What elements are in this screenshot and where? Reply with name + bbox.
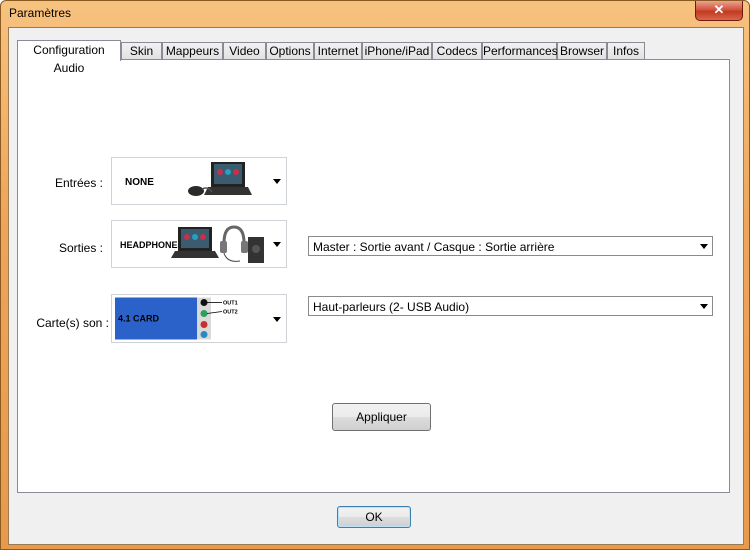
tab-video[interactable]: Video <box>223 42 266 59</box>
title-bar[interactable]: Paramètres ✕ <box>1 1 749 27</box>
tab-internet[interactable]: Internet <box>314 42 362 59</box>
outputs-headphones-image: HEADPHONES <box>120 225 264 263</box>
chevron-down-icon <box>273 316 281 322</box>
tab-infos[interactable]: Infos <box>607 42 645 59</box>
window-title: Paramètres <box>9 6 72 20</box>
tab-iphone-ipad[interactable]: iPhone/iPad <box>362 42 432 59</box>
audio-config-panel: Entrées : NONE Sorties: HEADPHONES Mast… <box>17 59 730 493</box>
soundcard-image-text: 4.1 CARD <box>118 314 160 324</box>
speaker-icon <box>248 237 264 263</box>
chevron-down-icon[interactable] <box>696 297 712 315</box>
out1-label: OUT1 <box>223 301 238 307</box>
tab-codecs[interactable]: Codecs <box>432 42 482 59</box>
soundcard-device-select[interactable]: Haut-parleurs (2- USB Audio) <box>308 296 713 316</box>
apply-button[interactable]: Appliquer <box>332 403 431 431</box>
chevron-down-icon <box>273 179 281 184</box>
output-routing-select[interactable]: Master : Sortie avant / Casque : Sortie … <box>308 236 713 256</box>
chevron-down-icon <box>273 242 281 247</box>
close-icon: ✕ <box>713 2 725 17</box>
inputs-image-text: NONE <box>125 177 154 188</box>
laptop-icon <box>171 227 219 258</box>
settings-window: Paramètres ✕ Configuration Audio Skin Ma… <box>0 0 750 550</box>
tab-skin[interactable]: Skin <box>121 42 162 59</box>
tab-configuration-audio[interactable]: Configuration Audio <box>17 40 121 75</box>
close-button[interactable]: ✕ <box>695 1 743 21</box>
tab-options[interactable]: Options <box>266 42 314 59</box>
outputs-image-text: HEADPHONES <box>120 240 184 250</box>
dialog-client-area: Configuration Audio Skin Mappeurs Video … <box>8 27 744 545</box>
outputs-combo[interactable]: HEADPHONES <box>111 220 287 268</box>
inputs-label: Entrées : <box>54 176 103 190</box>
inputs-none-image: NONE <box>125 162 252 196</box>
out2-label: OUT2 <box>223 310 238 316</box>
tab-performances[interactable]: Performances <box>482 42 558 59</box>
inputs-combo[interactable]: NONE <box>111 157 287 205</box>
soundcard-combo[interactable]: 4.1 CARD OUT1 OUT2 <box>111 294 287 343</box>
tab-browser[interactable]: Browser <box>557 42 607 59</box>
soundcard-device-value: Haut-parleurs (2- USB Audio) <box>313 300 470 314</box>
tab-mappeurs[interactable]: Mappeurs <box>162 42 223 59</box>
soundcard-label: Carte(s) son : <box>36 316 109 330</box>
output-routing-value: Master : Sortie avant / Casque : Sortie … <box>313 240 555 254</box>
headphones-icon <box>220 225 248 262</box>
soundcard-4-1-image: 4.1 CARD OUT1 OUT2 <box>115 297 267 340</box>
ok-button[interactable]: OK <box>337 506 411 528</box>
outputs-label: Sorties : <box>58 241 103 255</box>
chevron-down-icon[interactable] <box>696 237 712 255</box>
